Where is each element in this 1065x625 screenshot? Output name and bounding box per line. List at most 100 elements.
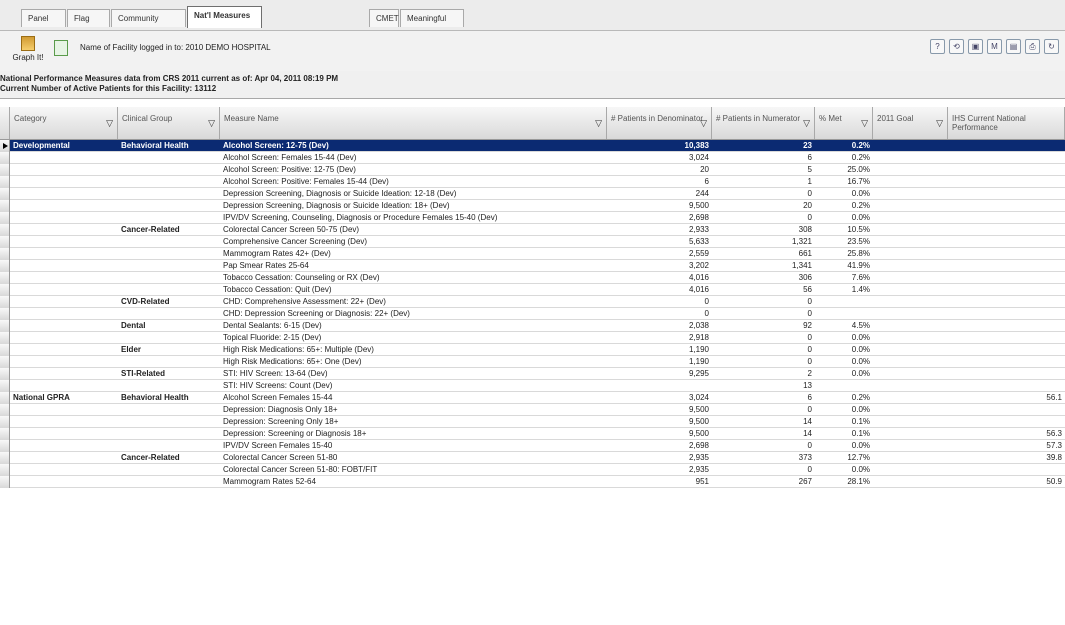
row-selector[interactable] <box>0 320 10 332</box>
filter-icon[interactable]: ▽ <box>936 119 943 128</box>
col-category-header[interactable]: Category ▽ <box>10 107 118 139</box>
help-icon[interactable]: ? <box>930 39 945 54</box>
table-row[interactable]: IPV/DV Screen Females 15-40 2,698 0 0.0% 57.… <box>0 440 1065 452</box>
cell-pct: 0.0% <box>851 465 870 474</box>
table-row[interactable]: Topical Fluoride: 2-15 (Dev) 2,918 0 0.0% <box>0 332 1065 344</box>
table-row[interactable]: Colorectal Cancer Screen 51-80: FOBT/FIT… <box>0 464 1065 476</box>
col-denominator-header[interactable]: # Patients in Denominator ▽ <box>607 107 712 139</box>
col-measure-name-header[interactable]: Measure Name ▽ <box>220 107 607 139</box>
row-selector[interactable] <box>0 440 10 452</box>
excel-icon[interactable]: ▤ <box>1006 39 1021 54</box>
row-selector[interactable] <box>0 476 10 488</box>
tab-meaningful-use[interactable]: Meaningful Use <box>400 9 464 41</box>
col-pct-met-header[interactable]: % Met ▽ <box>815 107 873 139</box>
row-selector[interactable] <box>0 380 10 392</box>
cell-group: Elder <box>121 345 142 354</box>
table-row[interactable]: Comprehensive Cancer Screening (Dev) 5,63… <box>0 236 1065 248</box>
filter-icon[interactable]: ▽ <box>106 119 113 128</box>
row-selector[interactable] <box>0 356 10 368</box>
row-selector[interactable] <box>0 284 10 296</box>
cell-ihs: 50.9 <box>1046 477 1062 486</box>
table-row[interactable]: Tobacco Cessation: Counseling or RX (Dev… <box>0 272 1065 284</box>
headline-line-1: National Performance Measures data from … <box>0 74 339 83</box>
undo-icon[interactable]: ⟲ <box>949 39 964 54</box>
cell-group <box>118 380 220 392</box>
row-selector[interactable] <box>0 164 10 176</box>
table-row[interactable]: Alcohol Screen: Females 15-44 (Dev) 3,024… <box>0 152 1065 164</box>
col-goal-header[interactable]: 2011 Goal ▽ <box>873 107 948 139</box>
row-selector[interactable] <box>0 332 10 344</box>
row-selector[interactable] <box>0 140 10 152</box>
refresh-icon[interactable] <box>54 40 68 56</box>
table-row[interactable]: Cancer-Related Colorectal Cancer Screen 5… <box>0 224 1065 236</box>
filter-icon[interactable]: ▽ <box>803 119 810 128</box>
row-selector[interactable] <box>0 392 10 404</box>
filter-icon[interactable]: ▽ <box>861 119 868 128</box>
filter-icon[interactable]: ▽ <box>208 119 215 128</box>
tab-community-alerts[interactable]: Community Alerts <box>111 9 186 41</box>
table-row[interactable]: Mammogram Rates 52-64 951 267 28.1% 50.9 <box>0 476 1065 488</box>
table-row[interactable]: Depression Screening, Diagnosis or Suici… <box>0 200 1065 212</box>
col-ihs-header[interactable]: IHS Current National Performance <box>948 107 1065 139</box>
table-row[interactable]: Alcohol Screen: Positive: 12-75 (Dev) 20 5… <box>0 164 1065 176</box>
row-selector[interactable] <box>0 248 10 260</box>
row-selector[interactable] <box>0 308 10 320</box>
table-row[interactable]: CHD: Depression Screening or Diagnosis: … <box>0 308 1065 320</box>
table-row[interactable]: CVD-Related CHD: Comprehensive Assessment… <box>0 296 1065 308</box>
row-selector[interactable] <box>0 272 10 284</box>
row-selector[interactable] <box>0 260 10 272</box>
cell-den: 2,935 <box>688 465 709 474</box>
table-row[interactable]: Dental Dental Sealants: 6-15 (Dev) 2,038 92… <box>0 320 1065 332</box>
row-selector[interactable] <box>0 368 10 380</box>
row-selector[interactable] <box>0 428 10 440</box>
cell-pct: 0.2% <box>851 141 870 150</box>
row-selector[interactable] <box>0 236 10 248</box>
refresh-right-icon[interactable]: ↻ <box>1044 39 1059 54</box>
table-row[interactable]: Depression: Screening or Diagnosis 18+ 9,… <box>0 428 1065 440</box>
tab-natl-measures[interactable]: Nat'l Measures <box>187 6 262 28</box>
row-selector[interactable] <box>0 404 10 416</box>
row-selector[interactable] <box>0 416 10 428</box>
table-row[interactable]: Depression: Screening Only 18+ 9,500 14 0.1… <box>0 416 1065 428</box>
row-selector[interactable] <box>0 152 10 164</box>
cell-den: 9,500 <box>688 429 709 438</box>
row-selector[interactable] <box>0 224 10 236</box>
row-selector[interactable] <box>0 200 10 212</box>
table-row[interactable]: STI-Related STI: HIV Screen: 13-64 (Dev) 9… <box>0 368 1065 380</box>
filter-icon[interactable]: ▽ <box>700 119 707 128</box>
table-row[interactable]: Tobacco Cessation: Quit (Dev) 4,016 56 1.4% <box>0 284 1065 296</box>
col-numerator-header[interactable]: # Patients in Numerator ▽ <box>712 107 815 139</box>
tab-panel-list[interactable]: Panel List <box>21 9 66 41</box>
print-icon[interactable]: ⎙ <box>1025 39 1040 54</box>
row-selector[interactable] <box>0 464 10 476</box>
tab-flag-list[interactable]: Flag List <box>67 9 110 41</box>
row-selector[interactable] <box>0 176 10 188</box>
row-selector[interactable] <box>0 452 10 464</box>
table-row[interactable]: Alcohol Screen: Positive: Females 15-44 … <box>0 176 1065 188</box>
table-row[interactable]: Elder High Risk Medications: 65+: Multipl… <box>0 344 1065 356</box>
graph-it-button[interactable]: Graph It! <box>12 36 44 66</box>
table-row[interactable]: Cancer-Related Colorectal Cancer Screen 5… <box>0 452 1065 464</box>
row-selector[interactable] <box>0 188 10 200</box>
row-header-corner <box>0 107 10 139</box>
table-row[interactable]: National GPRA Behavioral Health Alcohol Sc… <box>0 392 1065 404</box>
facility-label: Name of Facility logged in to: 2010 DEMO… <box>80 43 271 52</box>
filter-icon[interactable]: ▽ <box>595 119 602 128</box>
row-selector[interactable] <box>0 344 10 356</box>
col-clinical-group-header[interactable]: Clinical Group ▽ <box>118 107 220 139</box>
table-row[interactable]: STI: HIV Screens: Count (Dev) 13 <box>0 380 1065 392</box>
table-row[interactable]: Pap Smear Rates 25-64 3,202 1,341 41.9% <box>0 260 1065 272</box>
layout-icon[interactable]: ▣ <box>968 39 983 54</box>
table-row[interactable]: Mammogram Rates 42+ (Dev) 2,559 661 25.8% <box>0 248 1065 260</box>
tab-cmet[interactable]: CMET <box>369 9 399 27</box>
binoculars-icon[interactable]: M <box>987 39 1002 54</box>
table-row[interactable]: High Risk Medications: 65+: One (Dev) 1,1… <box>0 356 1065 368</box>
table-row[interactable]: IPV/DV Screening, Counseling, Diagnosis … <box>0 212 1065 224</box>
cell-measure: IPV/DV Screen Females 15-40 <box>223 441 333 450</box>
table-row[interactable]: Depression Screening, Diagnosis or Suici… <box>0 188 1065 200</box>
row-selector[interactable] <box>0 212 10 224</box>
cell-pct: 4.5% <box>851 321 870 330</box>
table-row[interactable]: Developmental Behavioral Health Alcohol Sc… <box>0 140 1065 152</box>
row-selector[interactable] <box>0 296 10 308</box>
table-row[interactable]: Depression: Diagnosis Only 18+ 9,500 0 0.0% <box>0 404 1065 416</box>
